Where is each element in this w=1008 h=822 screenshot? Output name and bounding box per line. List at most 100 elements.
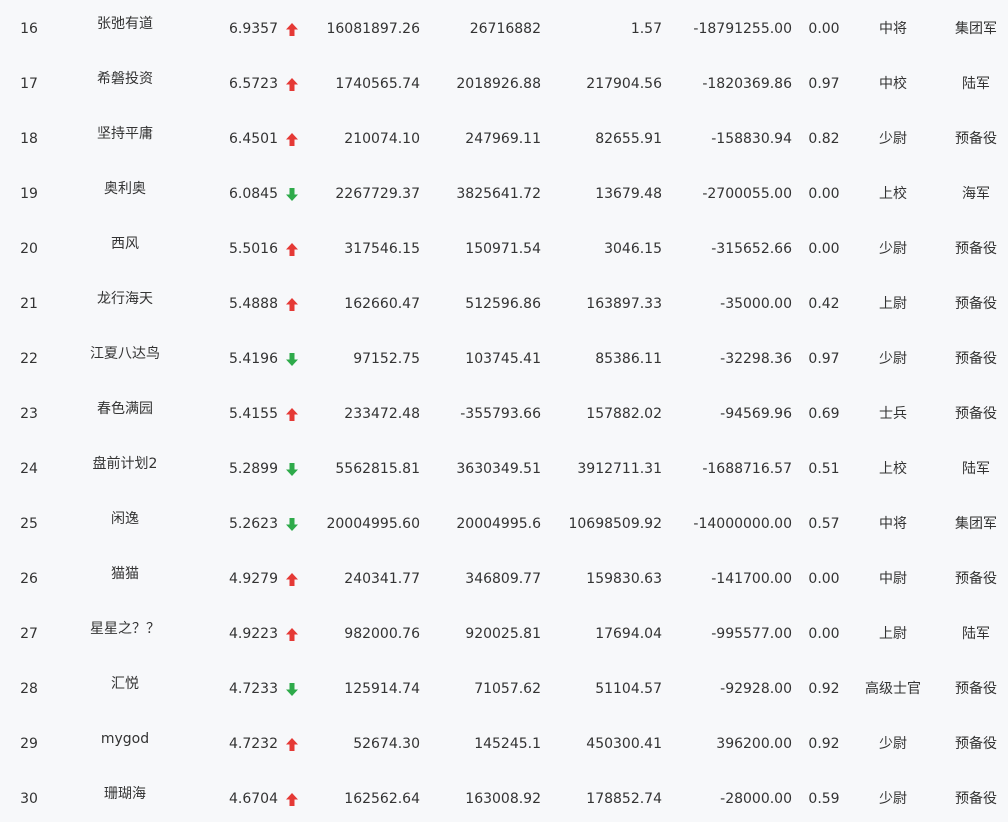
value-cell-3: 450300.41 (586, 736, 662, 752)
arrow-down-icon (285, 352, 301, 368)
ratio-cell: 0.69 (808, 406, 840, 422)
value-cell-4: -94569.96 (720, 406, 792, 422)
unit-cell: 预备役 (955, 131, 997, 147)
value-cell-4: -18791255.00 (693, 21, 792, 37)
value-cell-2: -355793.66 (460, 406, 541, 422)
value-cell-4: -315652.66 (711, 241, 792, 257)
table-row[interactable]: 25 闲逸 5.2623 20004995.60 20004995.6 10698509.… (0, 497, 1008, 552)
name-cell[interactable]: mygod (60, 717, 190, 772)
value-cell-3: 157882.02 (586, 406, 662, 422)
table-row[interactable]: 17 希磐投资 6.5723 1740565.74 2018926.88 217904.5… (0, 57, 1008, 112)
name-cell[interactable]: 奥利奥 (60, 167, 190, 222)
name-cell[interactable]: 闲逸 (60, 497, 190, 552)
rank-cell: 27 (20, 626, 38, 642)
title-cell: 中将 (879, 21, 907, 37)
ranking-table: 16 张弛有道 6.9357 16081897.26 26716882 1.57 -1879… (0, 0, 1008, 822)
value-cell-2: 920025.81 (465, 626, 541, 642)
table-row[interactable]: 21 龙行海天 5.4888 162660.47 512596.86 163897.33 -… (0, 277, 1008, 332)
rank-cell: 17 (20, 76, 38, 92)
rank-cell: 29 (20, 736, 38, 752)
value-cell-3: 10698509.92 (568, 516, 662, 532)
value-cell-4: -35000.00 (720, 296, 792, 312)
value-cell-2: 71057.62 (474, 681, 541, 697)
ratio-cell: 0.57 (808, 516, 840, 532)
title-cell: 中尉 (879, 571, 907, 587)
name-cell[interactable]: 盘前计划2 (60, 442, 190, 497)
name-cell[interactable]: 希磐投资 (60, 57, 190, 112)
name-cell[interactable]: 春色满园 (60, 387, 190, 442)
value-cell-1: 125914.74 (344, 681, 420, 697)
name-cell[interactable]: 西风 (60, 222, 190, 277)
name-cell[interactable]: 坚持平庸 (60, 112, 190, 167)
unit-cell: 预备役 (955, 681, 997, 697)
unit-cell: 预备役 (955, 791, 997, 807)
title-cell: 上尉 (879, 296, 907, 312)
rank-cell: 18 (20, 131, 38, 147)
value-cell-2: 247969.11 (465, 131, 541, 147)
value-cell-2: 145245.1 (474, 736, 541, 752)
rank-cell: 16 (20, 21, 38, 37)
title-cell: 上校 (879, 186, 907, 202)
name-cell[interactable]: 龙行海天 (60, 277, 190, 332)
table-row[interactable]: 16 张弛有道 6.9357 16081897.26 26716882 1.57 -1879… (0, 2, 1008, 57)
value-cell-2: 3630349.51 (456, 461, 541, 477)
arrow-up-icon (285, 737, 301, 753)
score-cell: 4.7232 (229, 736, 278, 752)
title-cell: 高级士官 (865, 681, 921, 697)
score-cell: 6.5723 (229, 76, 278, 92)
score-cell: 5.4888 (229, 296, 278, 312)
value-cell-4: -1688716.57 (702, 461, 792, 477)
value-cell-4: -158830.94 (711, 131, 792, 147)
score-cell: 5.5016 (229, 241, 278, 257)
name-cell[interactable]: 猫猫 (60, 552, 190, 607)
value-cell-1: 240341.77 (344, 571, 420, 587)
value-cell-3: 13679.48 (595, 186, 662, 202)
table-row[interactable]: 28 汇悦 4.7233 125914.74 71057.62 51104.57 -9292… (0, 662, 1008, 717)
value-cell-4: -28000.00 (720, 791, 792, 807)
value-cell-3: 85386.11 (595, 351, 662, 367)
name-cell[interactable]: 江夏八达鸟 (60, 332, 190, 387)
name-cell[interactable]: 张弛有道 (60, 2, 190, 57)
value-cell-1: 52674.30 (353, 736, 420, 752)
value-cell-1: 982000.76 (344, 626, 420, 642)
ratio-cell: 0.97 (808, 76, 840, 92)
value-cell-1: 162562.64 (344, 791, 420, 807)
ratio-cell: 0.00 (808, 186, 840, 202)
table-row[interactable]: 23 春色满园 5.4155 233472.48 -355793.66 157882.02… (0, 387, 1008, 442)
arrow-down-icon (285, 682, 301, 698)
table-row[interactable]: 29 mygod 4.7232 52674.30 145245.1 450300.41 39… (0, 717, 1008, 772)
rank-cell: 26 (20, 571, 38, 587)
value-cell-3: 159830.63 (586, 571, 662, 587)
table-row[interactable]: 20 西风 5.5016 317546.15 150971.54 3046.15 -3156… (0, 222, 1008, 277)
ratio-cell: 0.00 (808, 241, 840, 257)
value-cell-1: 16081897.26 (326, 21, 420, 37)
name-cell[interactable]: 珊瑚海 (60, 772, 190, 822)
value-cell-3: 3912711.31 (577, 461, 662, 477)
table-row[interactable]: 24 盘前计划2 5.2899 5562815.81 3630349.51 3912711… (0, 442, 1008, 497)
arrow-up-icon (285, 572, 301, 588)
score-cell: 6.4501 (229, 131, 278, 147)
table-row[interactable]: 26 猫猫 4.9279 240341.77 346809.77 159830.63 -14… (0, 552, 1008, 607)
rank-cell: 22 (20, 351, 38, 367)
name-cell[interactable]: 星星之？？ (60, 607, 190, 662)
value-cell-2: 3825641.72 (456, 186, 541, 202)
name-cell[interactable]: 汇悦 (60, 662, 190, 717)
rank-cell: 20 (20, 241, 38, 257)
value-cell-3: 178852.74 (586, 791, 662, 807)
value-cell-3: 163897.33 (586, 296, 662, 312)
unit-cell: 预备役 (955, 736, 997, 752)
score-cell: 4.6704 (229, 791, 278, 807)
table-row[interactable]: 30 珊瑚海 4.6704 162562.64 163008.92 178852.74 -2… (0, 772, 1008, 822)
table-row[interactable]: 27 星星之？？ 4.9223 982000.76 920025.81 17694.04 -… (0, 607, 1008, 662)
arrow-up-icon (285, 792, 301, 808)
value-cell-1: 317546.15 (344, 241, 420, 257)
table-row[interactable]: 18 坚持平庸 6.4501 210074.10 247969.11 82655.91 -1… (0, 112, 1008, 167)
table-row[interactable]: 19 奥利奥 6.0845 2267729.37 3825641.72 13679.48 -… (0, 167, 1008, 222)
title-cell: 少尉 (879, 241, 907, 257)
table-row[interactable]: 22 江夏八达鸟 5.4196 97152.75 103745.41 85386.11 -3… (0, 332, 1008, 387)
value-cell-4: -14000000.00 (693, 516, 792, 532)
unit-cell: 预备役 (955, 571, 997, 587)
title-cell: 少尉 (879, 351, 907, 367)
value-cell-2: 346809.77 (465, 571, 541, 587)
ratio-cell: 0.92 (808, 681, 840, 697)
